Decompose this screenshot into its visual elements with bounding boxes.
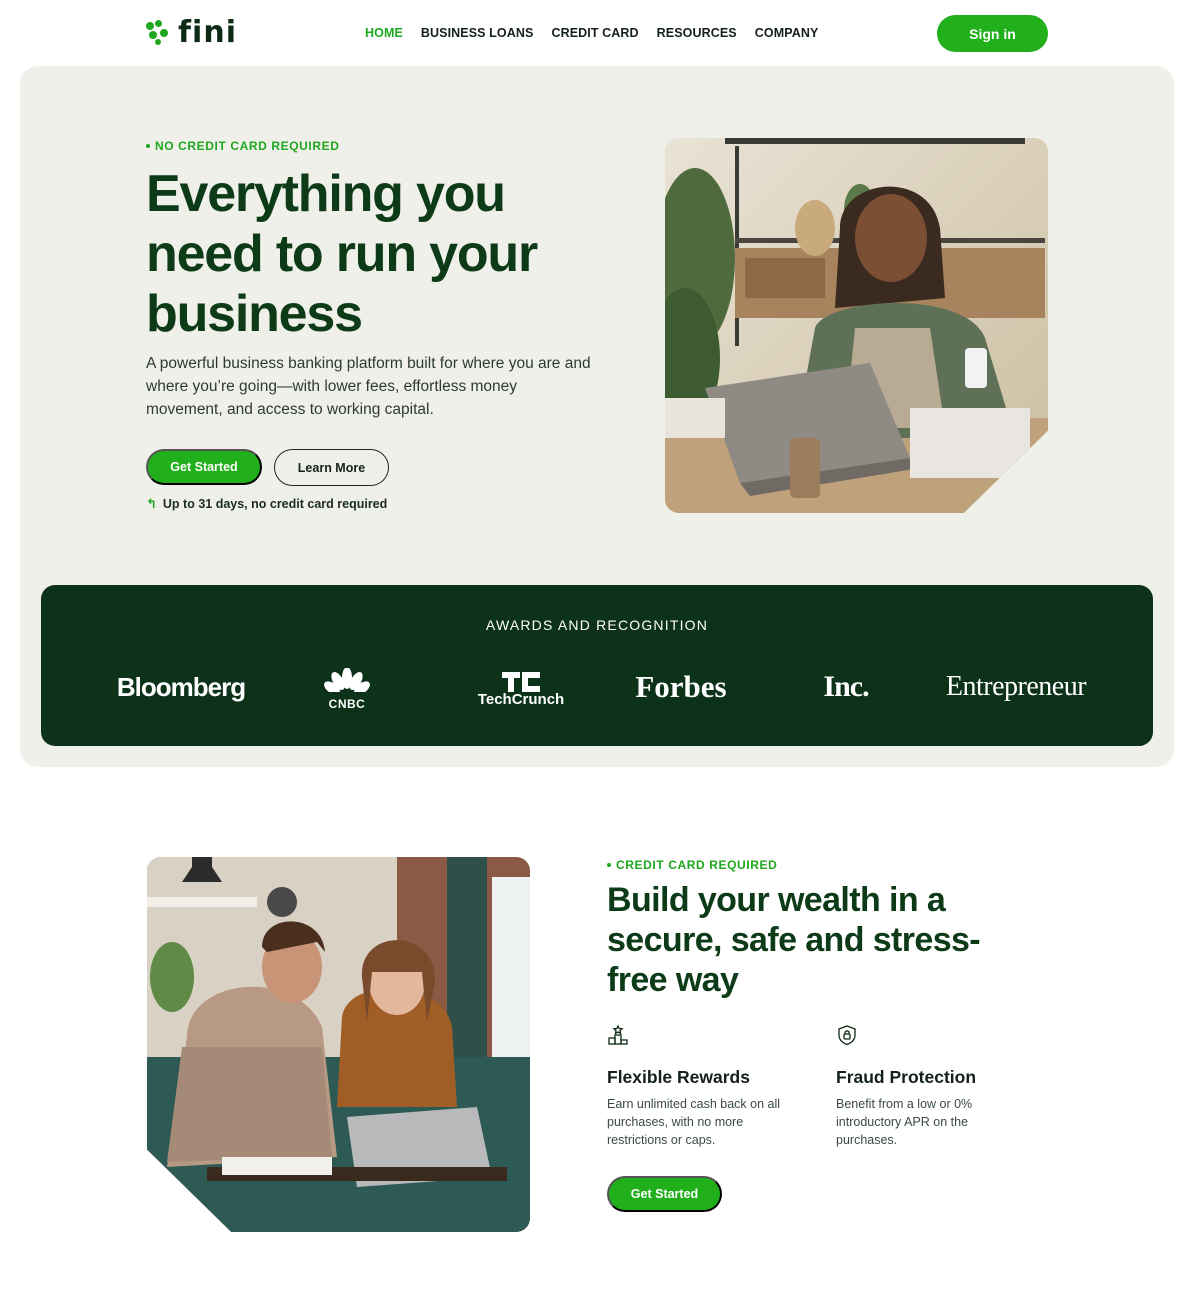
feature-title-fraud: Fraud Protection — [836, 1067, 977, 1087]
techcrunch-logo: TechCrunch — [466, 669, 576, 711]
nav-link-company[interactable]: COMPANY — [755, 26, 819, 40]
entrepreneur-logo: Entrepreneur — [945, 671, 1087, 702]
couple-photo — [147, 857, 530, 1232]
wealth-title: Build your wealth in a secure, safe and … — [607, 881, 981, 999]
awards-section: AWARDS AND RECOGNITION Bloomberg CNBC Te… — [41, 585, 1153, 746]
top-navigation: fini HOME BUSINESS LOANS CREDIT CARD RES… — [0, 0, 1192, 66]
hero-eyebrow: NO CREDIT CARD REQUIRED — [146, 139, 339, 153]
inc-logo: Inc. — [823, 670, 869, 703]
shield-lock-icon — [836, 1024, 858, 1046]
wealth-get-started-button[interactable]: Get Started — [607, 1176, 722, 1212]
hero-section: NO CREDIT CARD REQUIRED Everything you n… — [20, 66, 1174, 767]
hero-title: Everything you need to run your business — [146, 165, 538, 343]
nav-link-home[interactable]: HOME — [365, 26, 403, 40]
feature-text-rewards: Earn unlimited cash back on all purchase… — [607, 1097, 781, 1147]
bloomberg-logo: Bloomberg — [116, 671, 246, 702]
hero-photo — [665, 138, 1048, 513]
cnbc-wordmark: CNBC — [328, 697, 366, 711]
techcrunch-wordmark: TechCrunch — [477, 691, 565, 708]
brand-name: fini — [178, 15, 237, 50]
brand-logo[interactable]: fini — [146, 18, 237, 48]
hero-description: A powerful business banking platform bui… — [146, 355, 591, 418]
learn-more-button[interactable]: Learn More — [274, 449, 389, 486]
sign-in-button[interactable]: Sign in — [937, 15, 1048, 52]
bullet-dot-icon — [146, 144, 150, 148]
trial-note: ↰ Up to 31 days, no credit card required — [146, 496, 387, 512]
feature-text-fraud: Benefit from a low or 0% introductory AP… — [836, 1097, 973, 1147]
nav-link-credit-card[interactable]: CREDIT CARD — [551, 26, 638, 40]
forbes-logo: Forbes — [635, 669, 727, 704]
nav-link-resources[interactable]: RESOURCES — [657, 26, 737, 40]
awards-title: AWARDS AND RECOGNITION — [485, 617, 709, 633]
feature-title-rewards: Flexible Rewards — [607, 1067, 750, 1087]
cnbc-peacock-icon — [324, 668, 370, 698]
couple-at-laptop-image — [147, 857, 530, 1232]
nav-links: HOME BUSINESS LOANS CREDIT CARD RESOURCE… — [365, 26, 818, 40]
hero-eyebrow-text: NO CREDIT CARD REQUIRED — [155, 139, 340, 153]
techcrunch-tc-icon — [502, 672, 540, 692]
fini-logo-icon — [146, 20, 170, 46]
wealth-eyebrow-text: CREDIT CARD REQUIRED — [616, 858, 778, 872]
bullet-dot-icon — [607, 863, 611, 867]
cnbc-logo: CNBC — [321, 665, 373, 713]
podium-icon — [607, 1024, 629, 1046]
wealth-eyebrow: CREDIT CARD REQUIRED — [607, 858, 777, 872]
get-started-button[interactable]: Get Started — [146, 449, 262, 485]
trial-note-text: Up to 31 days, no credit card required — [162, 497, 388, 511]
woman-working-laptop-image — [665, 138, 1048, 513]
return-arrow-icon: ↰ — [146, 496, 157, 511]
nav-link-business-loans[interactable]: BUSINESS LOANS — [421, 26, 534, 40]
